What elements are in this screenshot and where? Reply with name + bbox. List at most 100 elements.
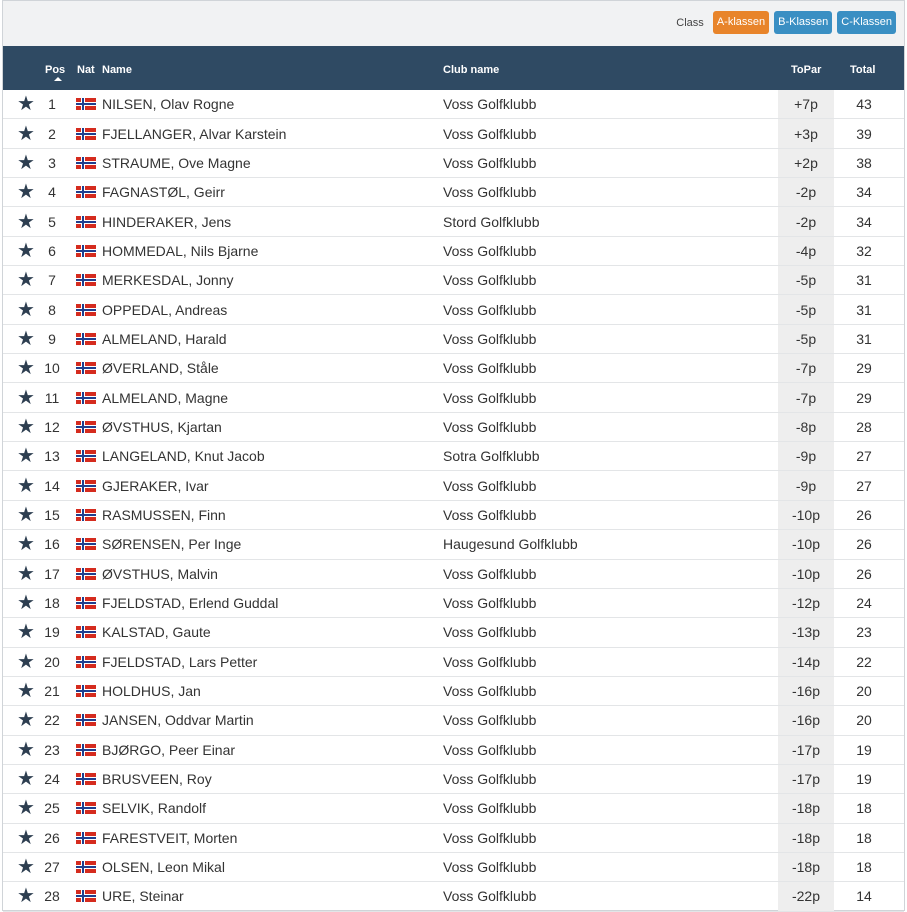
column-header-pos[interactable]: Pos [45,64,65,76]
player-name[interactable]: FJELLANGER, Alvar Karstein [102,126,286,142]
favorite-star-icon[interactable]: ★ [17,857,35,877]
favorite-star-icon[interactable]: ★ [17,358,35,378]
favorite-star-icon[interactable]: ★ [17,446,35,466]
table-row[interactable]: ★ 25 SELVIK, Randolf Voss Golfklubb -18p 18 [3,794,904,824]
player-name[interactable]: HINDERAKER, Jens [102,214,231,230]
table-row[interactable]: ★ 7 MERKESDAL, Jonny Voss Golfklubb -5p 31 [3,266,904,296]
table-row[interactable]: ★ 15 RASMUSSEN, Finn Voss Golfklubb -10p 26 [3,500,904,531]
player-name[interactable]: SELVIK, Randolf [102,800,206,816]
favorite-star-icon[interactable]: ★ [17,417,35,437]
player-name[interactable]: BJØRGO, Peer Einar [102,742,235,758]
class-c-button[interactable]: C-Klassen [837,11,896,34]
table-row[interactable]: ★ 2 FJELLANGER, Alvar Karstein Voss Golfklu… [3,119,904,149]
position-cell: 14 [44,477,60,494]
favorite-star-icon[interactable]: ★ [17,798,35,818]
favorite-star-icon[interactable]: ★ [17,270,35,290]
column-header-total[interactable]: Total [850,64,875,76]
favorite-star-icon[interactable]: ★ [17,769,35,789]
table-row[interactable]: ★ 6 HOMMEDAL, Nils Bjarne Voss Golfklubb -4p… [3,236,904,267]
table-row[interactable]: ★ 26 FARESTVEIT, Morten Voss Golfklubb -18p 1… [3,823,904,853]
favorite-star-icon[interactable]: ★ [17,710,35,730]
norway-flag-icon [76,567,96,580]
player-name[interactable]: LANGELAND, Knut Jacob [102,448,265,464]
player-name[interactable]: HOMMEDAL, Nils Bjarne [102,243,258,259]
table-row[interactable]: ★ 21 HOLDHUS, Jan Voss Golfklubb -16p 20 [3,676,904,707]
favorite-star-icon[interactable]: ★ [17,681,35,701]
player-name[interactable]: ØVSTHUS, Malvin [102,566,218,582]
player-name[interactable]: RASMUSSEN, Finn [102,507,226,523]
favorite-star-icon[interactable]: ★ [17,476,35,496]
favorite-star-icon[interactable]: ★ [17,329,35,349]
table-row[interactable]: ★ 5 HINDERAKER, Jens Stord Golfklubb -2p 34 [3,207,904,237]
table-row[interactable]: ★ 28 URE, Steinar Voss Golfklubb -22p 14 [3,882,904,912]
class-b-button[interactable]: B-Klassen [774,11,833,34]
player-name[interactable]: STRAUME, Ove Magne [102,155,251,171]
favorite-star-icon[interactable]: ★ [17,886,35,906]
player-name[interactable]: OLSEN, Leon Mikal [102,859,225,875]
player-name[interactable]: ØVSTHUS, Kjartan [102,419,222,435]
table-row[interactable]: ★ 20 FJELDSTAD, Lars Petter Voss Golfklubb -… [3,647,904,677]
favorite-star-icon[interactable]: ★ [17,593,35,613]
table-row[interactable]: ★ 9 ALMELAND, Harald Voss Golfklubb -5p 31 [3,324,904,355]
table-row[interactable]: ★ 14 GJERAKER, Ivar Voss Golfklubb -9p 27 [3,471,904,501]
table-row[interactable]: ★ 10 ØVERLAND, Ståle Voss Golfklubb -7p 29 [3,354,904,384]
column-header-club[interactable]: Club name [443,64,499,76]
player-name[interactable]: SØRENSEN, Per Inge [102,536,241,552]
player-name[interactable]: KALSTAD, Gaute [102,624,211,640]
favorite-star-icon[interactable]: ★ [17,300,35,320]
table-row[interactable]: ★ 23 BJØRGO, Peer Einar Voss Golfklubb -17p 1… [3,735,904,765]
position-cell: 5 [48,213,56,230]
player-name[interactable]: FAGNASTØL, Geirr [102,184,225,200]
favorite-star-icon[interactable]: ★ [17,153,35,173]
table-row[interactable]: ★ 17 ØVSTHUS, Malvin Voss Golfklubb -10p 26 [3,559,904,589]
player-name[interactable]: FJELDSTAD, Erlend Guddal [102,595,278,611]
player-name[interactable]: FARESTVEIT, Morten [102,830,237,846]
table-row[interactable]: ★ 19 KALSTAD, Gaute Voss Golfklubb -13p 23 [3,618,904,648]
favorite-star-icon[interactable]: ★ [17,652,35,672]
player-name[interactable]: OPPEDAL, Andreas [102,302,227,318]
class-a-button[interactable]: A-klassen [712,11,770,34]
table-row[interactable]: ★ 8 OPPEDAL, Andreas Voss Golfklubb -5p 31 [3,295,904,325]
favorite-star-icon[interactable]: ★ [17,124,35,144]
favorite-star-icon[interactable]: ★ [17,622,35,642]
norway-flag-icon [76,479,96,492]
table-row[interactable]: ★ 11 ALMELAND, Magne Voss Golfklubb -7p 29 [3,383,904,413]
player-name[interactable]: MERKESDAL, Jonny [102,272,234,288]
player-name[interactable]: FJELDSTAD, Lars Petter [102,654,257,670]
favorite-star-icon[interactable]: ★ [17,564,35,584]
player-name[interactable]: ØVERLAND, Ståle [102,360,219,376]
favorite-star-icon[interactable]: ★ [17,388,35,408]
favorite-star-icon[interactable]: ★ [17,740,35,760]
player-name[interactable]: JANSEN, Oddvar Martin [102,712,254,728]
player-name[interactable]: BRUSVEEN, Roy [102,771,212,787]
total-cell: 31 [856,330,872,347]
player-name[interactable]: ALMELAND, Magne [102,390,228,406]
favorite-star-icon[interactable]: ★ [17,182,35,202]
table-row[interactable]: ★ 16 SØRENSEN, Per Inge Haugesund Golfklubb… [3,530,904,560]
table-row[interactable]: ★ 24 BRUSVEEN, Roy Voss Golfklubb -17p 19 [3,764,904,795]
player-name[interactable]: URE, Steinar [102,888,184,904]
favorite-star-icon[interactable]: ★ [17,828,35,848]
favorite-star-icon[interactable]: ★ [17,212,35,232]
favorite-star-icon[interactable]: ★ [17,241,35,261]
table-row[interactable]: ★ 4 FAGNASTØL, Geirr Voss Golfklubb -2p 34 [3,178,904,208]
player-name[interactable]: NILSEN, Olav Rogne [102,96,234,112]
norway-flag-icon [76,127,96,140]
column-header-name[interactable]: Name [102,64,132,76]
table-row[interactable]: ★ 13 LANGELAND, Knut Jacob Sotra Golfklubb -… [3,442,904,472]
column-header-nat[interactable]: Nat [77,64,95,76]
player-name[interactable]: HOLDHUS, Jan [102,683,201,699]
club-name: Voss Golfklubb [443,653,537,670]
table-row[interactable]: ★ 12 ØVSTHUS, Kjartan Voss Golfklubb -8p 28 [3,412,904,443]
column-header-topar[interactable]: ToPar [791,64,821,76]
table-row[interactable]: ★ 18 FJELDSTAD, Erlend Guddal Voss Golfklub… [3,588,904,619]
table-row[interactable]: ★ 22 JANSEN, Oddvar Martin Voss Golfklubb -1… [3,706,904,736]
favorite-star-icon[interactable]: ★ [17,534,35,554]
favorite-star-icon[interactable]: ★ [17,94,35,114]
player-name[interactable]: GJERAKER, Ivar [102,478,209,494]
table-row[interactable]: ★ 3 STRAUME, Ove Magne Voss Golfklubb +2p 38 [3,148,904,179]
table-row[interactable]: ★ 1 NILSEN, Olav Rogne Voss Golfklubb +7p 43 [3,90,904,120]
table-row[interactable]: ★ 27 OLSEN, Leon Mikal Voss Golfklubb -18p 18 [3,852,904,883]
favorite-star-icon[interactable]: ★ [17,505,35,525]
player-name[interactable]: ALMELAND, Harald [102,331,227,347]
